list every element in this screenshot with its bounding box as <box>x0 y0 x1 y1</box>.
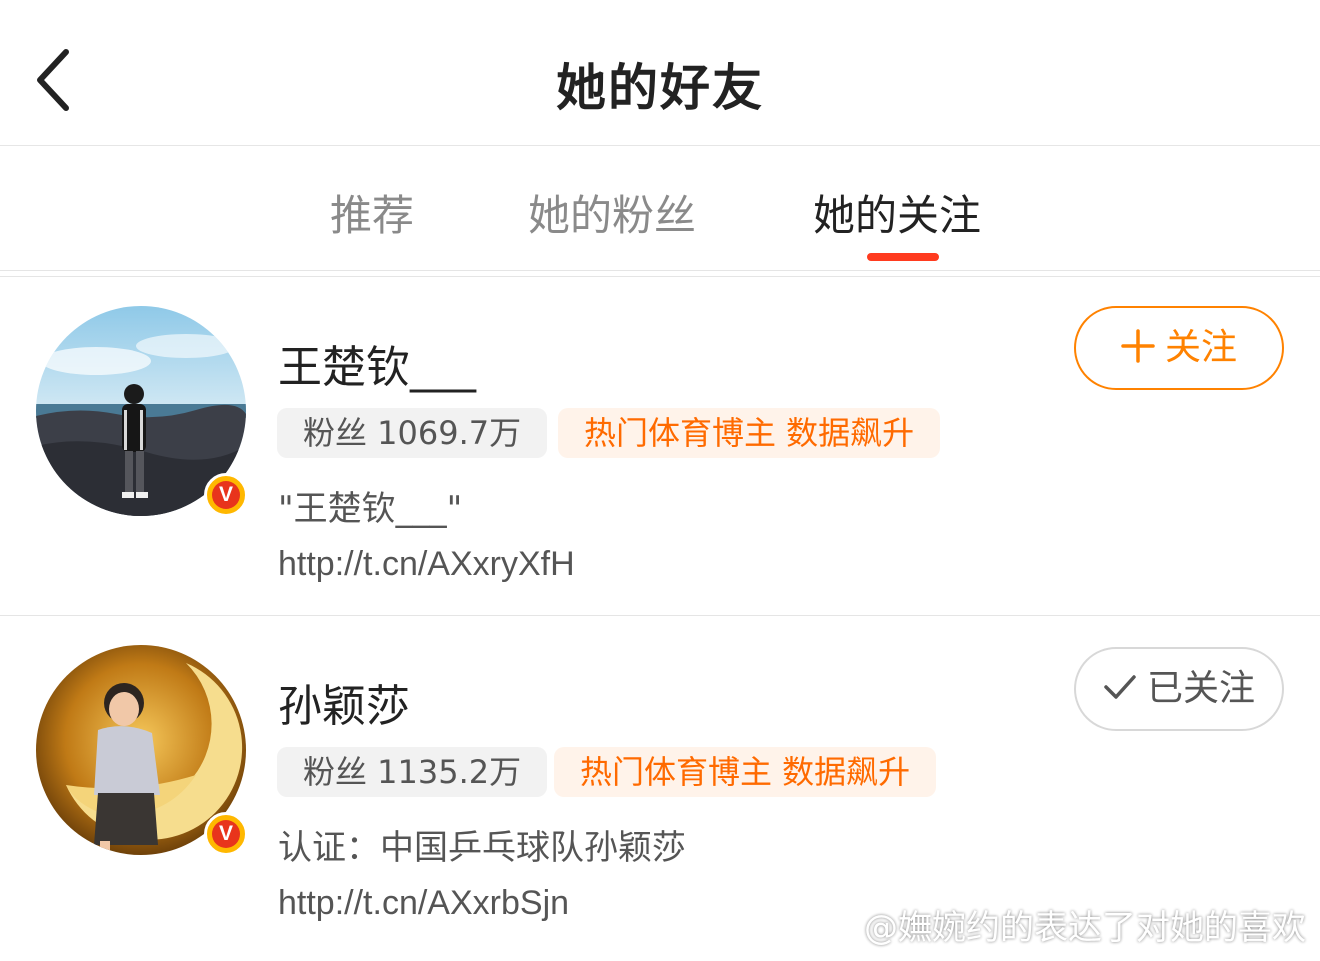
fans-count-badge: 粉丝 1135.2万 <box>277 747 548 797</box>
watermark-text: @嫵婉约的表达了对她的喜欢 <box>864 907 1306 948</box>
tab-her-fans[interactable]: 她的粉丝 <box>528 182 696 243</box>
hot-tag-badge: 热门体育博主 数据飙升 <box>558 408 941 458</box>
plus-icon <box>1121 329 1155 363</box>
follow-button-label: 关注 <box>1164 327 1237 368</box>
active-tab-indicator <box>867 253 939 261</box>
divider <box>0 270 1320 271</box>
user-link[interactable]: http://t.cn/AXxryXfH <box>278 545 575 584</box>
verified-v-icon: V <box>204 812 248 856</box>
tab-her-following[interactable]: 她的关注 <box>813 182 981 243</box>
followed-button-label: 已关注 <box>1146 668 1255 709</box>
user-description: 认证：中国乒乓球队孙颖莎 <box>278 828 686 868</box>
tab-recommend[interactable]: 推荐 <box>330 182 414 243</box>
hot-tag-badge: 热门体育博主 数据飙升 <box>554 747 937 797</box>
list-item-user[interactable]: V 王楚钦___ 粉丝 1069.7万 热门体育博主 数据飙升 "王楚钦___"… <box>0 277 1320 617</box>
nav-bar: 她的好友 <box>0 0 1320 146</box>
watermark: @嫵婉约的表达了对她的喜欢 <box>812 900 1306 950</box>
user-description: "王楚钦___" <box>278 489 463 529</box>
verified-v-icon: V <box>204 473 248 517</box>
follow-button[interactable]: 关注 <box>1074 306 1284 390</box>
fans-count-badge: 粉丝 1069.7万 <box>277 408 548 458</box>
weibo-logo-icon <box>812 913 858 948</box>
check-icon <box>1104 675 1136 699</box>
user-link[interactable]: http://t.cn/AXxrbSjn <box>278 884 569 923</box>
tab-bar: 推荐 她的粉丝 她的关注 <box>0 146 1320 270</box>
followed-button[interactable]: 已关注 <box>1074 647 1284 731</box>
user-name[interactable]: 王楚钦___ <box>278 331 476 395</box>
page-title: 她的好友 <box>556 59 764 117</box>
user-name[interactable]: 孙颖莎 <box>278 670 410 734</box>
